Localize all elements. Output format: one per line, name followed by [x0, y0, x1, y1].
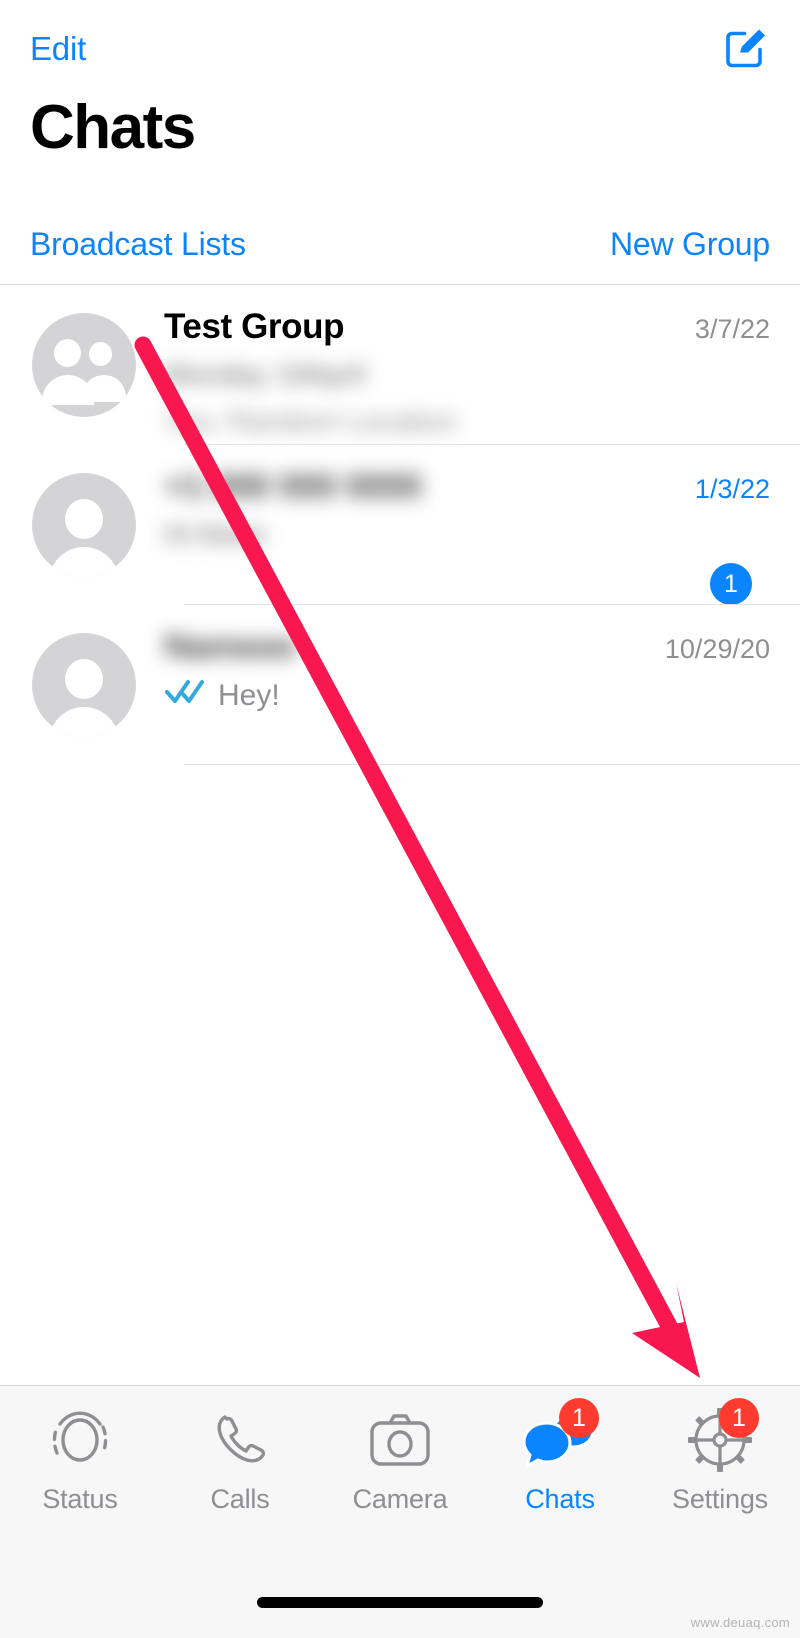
- whatsapp-chats-screen: Edit Chats Broadcast Lists New Group Tes…: [0, 0, 800, 1638]
- broadcast-lists-button[interactable]: Broadcast Lists: [30, 228, 246, 260]
- person-avatar-icon: [32, 633, 136, 737]
- chat-bubbles-icon: 1: [515, 1398, 605, 1478]
- gear-icon: 1: [675, 1398, 765, 1478]
- tab-label: Calls: [210, 1484, 270, 1514]
- status-badge: 1: [719, 1398, 759, 1438]
- chat-list[interactable]: Test Group 3/7/22 Monday 19April You: Ra…: [0, 285, 800, 1385]
- tab-status[interactable]: Status: [0, 1402, 160, 1536]
- camera-icon: [355, 1402, 445, 1478]
- tab-label: Status: [42, 1484, 118, 1514]
- home-indicator[interactable]: [257, 1597, 543, 1608]
- unread-badge: 1: [710, 563, 752, 605]
- row-divider: [184, 764, 800, 765]
- read-receipt-double-check-icon: [164, 677, 208, 714]
- tab-calls[interactable]: Calls: [160, 1402, 320, 1536]
- chat-preview: Hey!: [164, 677, 770, 715]
- phone-handset-icon: [195, 1402, 285, 1478]
- chat-timestamp: 10/29/20: [664, 634, 770, 664]
- tab-bar: Status Calls Camera 1 Chats 1 Settings w…: [0, 1385, 800, 1638]
- person-avatar-icon: [32, 473, 136, 577]
- chat-timestamp: 3/7/22: [694, 314, 770, 344]
- row-content: Test Group 3/7/22 Monday 19April You: Ra…: [136, 307, 776, 440]
- tab-settings[interactable]: 1 Settings: [640, 1398, 800, 1536]
- table-row[interactable]: Nameee 10/29/20 Hey!: [0, 605, 800, 765]
- navigation-bar: Edit Chats Broadcast Lists New Group: [0, 0, 800, 285]
- tab-chats[interactable]: 1 Chats: [480, 1398, 640, 1536]
- status-rings-icon: [35, 1402, 125, 1478]
- chat-timestamp: 1/3/22: [694, 474, 770, 504]
- chat-preview-line2: You: Random Location: [164, 405, 457, 438]
- page-title: Chats: [30, 93, 196, 162]
- compose-button[interactable]: [720, 23, 770, 73]
- table-row[interactable]: +1 000 000 0000 1/3/22 Hi there 1: [0, 445, 800, 605]
- chat-name: Test Group: [164, 307, 345, 346]
- row-content: Nameee 10/29/20 Hey!: [136, 627, 776, 715]
- group-avatar-icon: [32, 313, 136, 417]
- new-group-button[interactable]: New Group: [610, 228, 770, 260]
- tab-label: Chats: [525, 1484, 595, 1514]
- chat-name: +1 000 000 0000: [164, 467, 422, 506]
- compose-square-pencil-icon: [721, 23, 769, 74]
- row-content: +1 000 000 0000 1/3/22 Hi there 1: [136, 467, 776, 605]
- table-row[interactable]: Test Group 3/7/22 Monday 19April You: Ra…: [0, 285, 800, 445]
- tab-label: Camera: [352, 1484, 448, 1514]
- chat-preview: Monday 19April: [164, 359, 366, 392]
- watermark: www.deuaq.com: [690, 1615, 790, 1630]
- nav-top-row: Edit: [0, 22, 800, 74]
- tab-camera[interactable]: Camera: [320, 1402, 480, 1536]
- chat-preview-text: Hey!: [218, 679, 280, 713]
- tab-label: Settings: [672, 1484, 768, 1514]
- edit-button[interactable]: Edit: [30, 32, 86, 65]
- chat-preview: Hi there: [164, 519, 266, 552]
- status-badge: 1: [559, 1398, 599, 1438]
- chat-name: Nameee: [164, 627, 296, 666]
- nav-actions-row: Broadcast Lists New Group: [0, 222, 800, 266]
